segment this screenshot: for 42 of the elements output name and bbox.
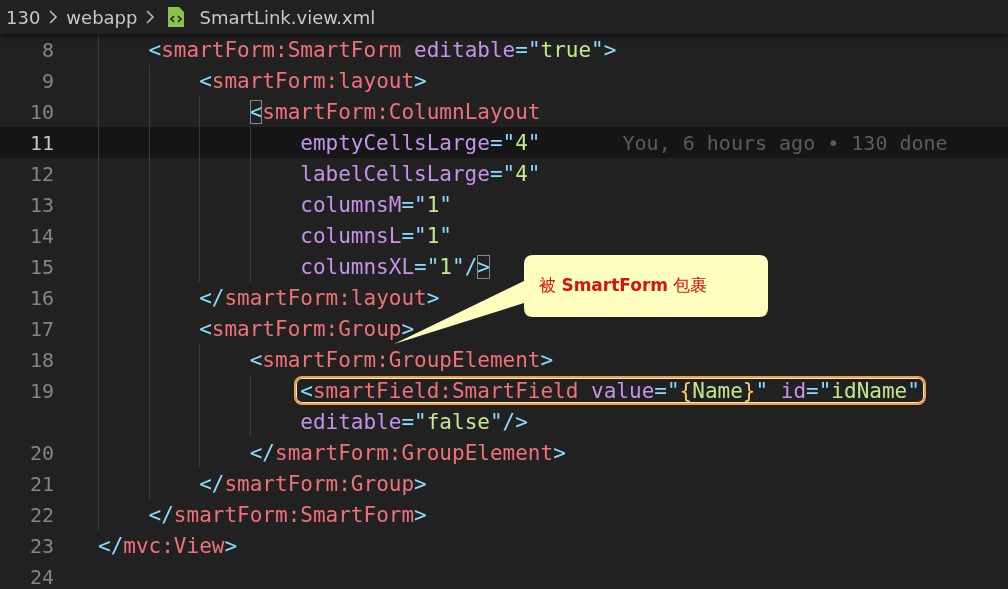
line-number: 20 xyxy=(29,440,54,465)
line-number: 21 xyxy=(29,471,54,496)
code-line: <smartField:SmartField value="{Name}" id="idName" xyxy=(300,378,920,403)
blame-annotation: You, 6 hours ago • 130 done xyxy=(622,130,948,155)
line-number: 23 xyxy=(29,533,54,558)
line-number: 8 xyxy=(41,37,54,62)
breadcrumb-item[interactable]: 130 xyxy=(6,6,41,28)
file-code-icon xyxy=(167,6,186,28)
code-line: editable="false"/> xyxy=(300,409,528,434)
line-number: 24 xyxy=(29,564,54,589)
line-number: 9 xyxy=(41,68,54,93)
code-line: </smartForm:Group> xyxy=(199,471,427,496)
code-line: <smartForm:SmartForm editable="true"> xyxy=(148,37,617,62)
code-line: </smartForm:GroupElement> xyxy=(249,440,566,465)
line-number: 14 xyxy=(29,223,54,248)
callout-text: 被 SmartForm 包裹 xyxy=(539,274,708,297)
line-number: 12 xyxy=(29,161,54,186)
line-number: 15 xyxy=(29,254,54,279)
code-line: labelCellsLarge="4" xyxy=(300,161,541,186)
code-line: </smartForm:SmartForm> xyxy=(148,502,427,527)
code-line: <smartForm:layout> xyxy=(199,68,427,93)
line-number: 17 xyxy=(29,316,54,341)
code-line: emptyCellsLarge="4" xyxy=(300,130,541,155)
line-number: 13 xyxy=(29,192,54,217)
code-line: columnsM="1" xyxy=(300,192,452,217)
code-line: <smartForm:ColumnLayout xyxy=(249,99,541,124)
line-number: 22 xyxy=(29,502,54,527)
code-line: columnsXL="1"/> xyxy=(300,254,490,279)
code-line: <smartForm:Group> xyxy=(199,316,415,341)
code-line: </mvc:View> xyxy=(98,533,238,558)
breadcrumb-item[interactable]: webapp xyxy=(66,6,138,28)
line-number: 19 xyxy=(29,378,54,403)
code-line: </smartForm:layout> xyxy=(199,285,440,310)
line-number: 10 xyxy=(29,99,54,124)
line-number: 11 xyxy=(29,130,54,155)
code-line: <smartForm:GroupElement> xyxy=(249,347,554,372)
code-line: columnsL="1" xyxy=(300,223,452,248)
chevron-right-icon xyxy=(145,9,156,25)
line-number: 18 xyxy=(29,347,54,372)
breadcrumb-file[interactable]: SmartLink.view.xml xyxy=(199,6,376,28)
chevron-right-icon xyxy=(48,9,59,25)
line-number: 16 xyxy=(29,285,54,310)
